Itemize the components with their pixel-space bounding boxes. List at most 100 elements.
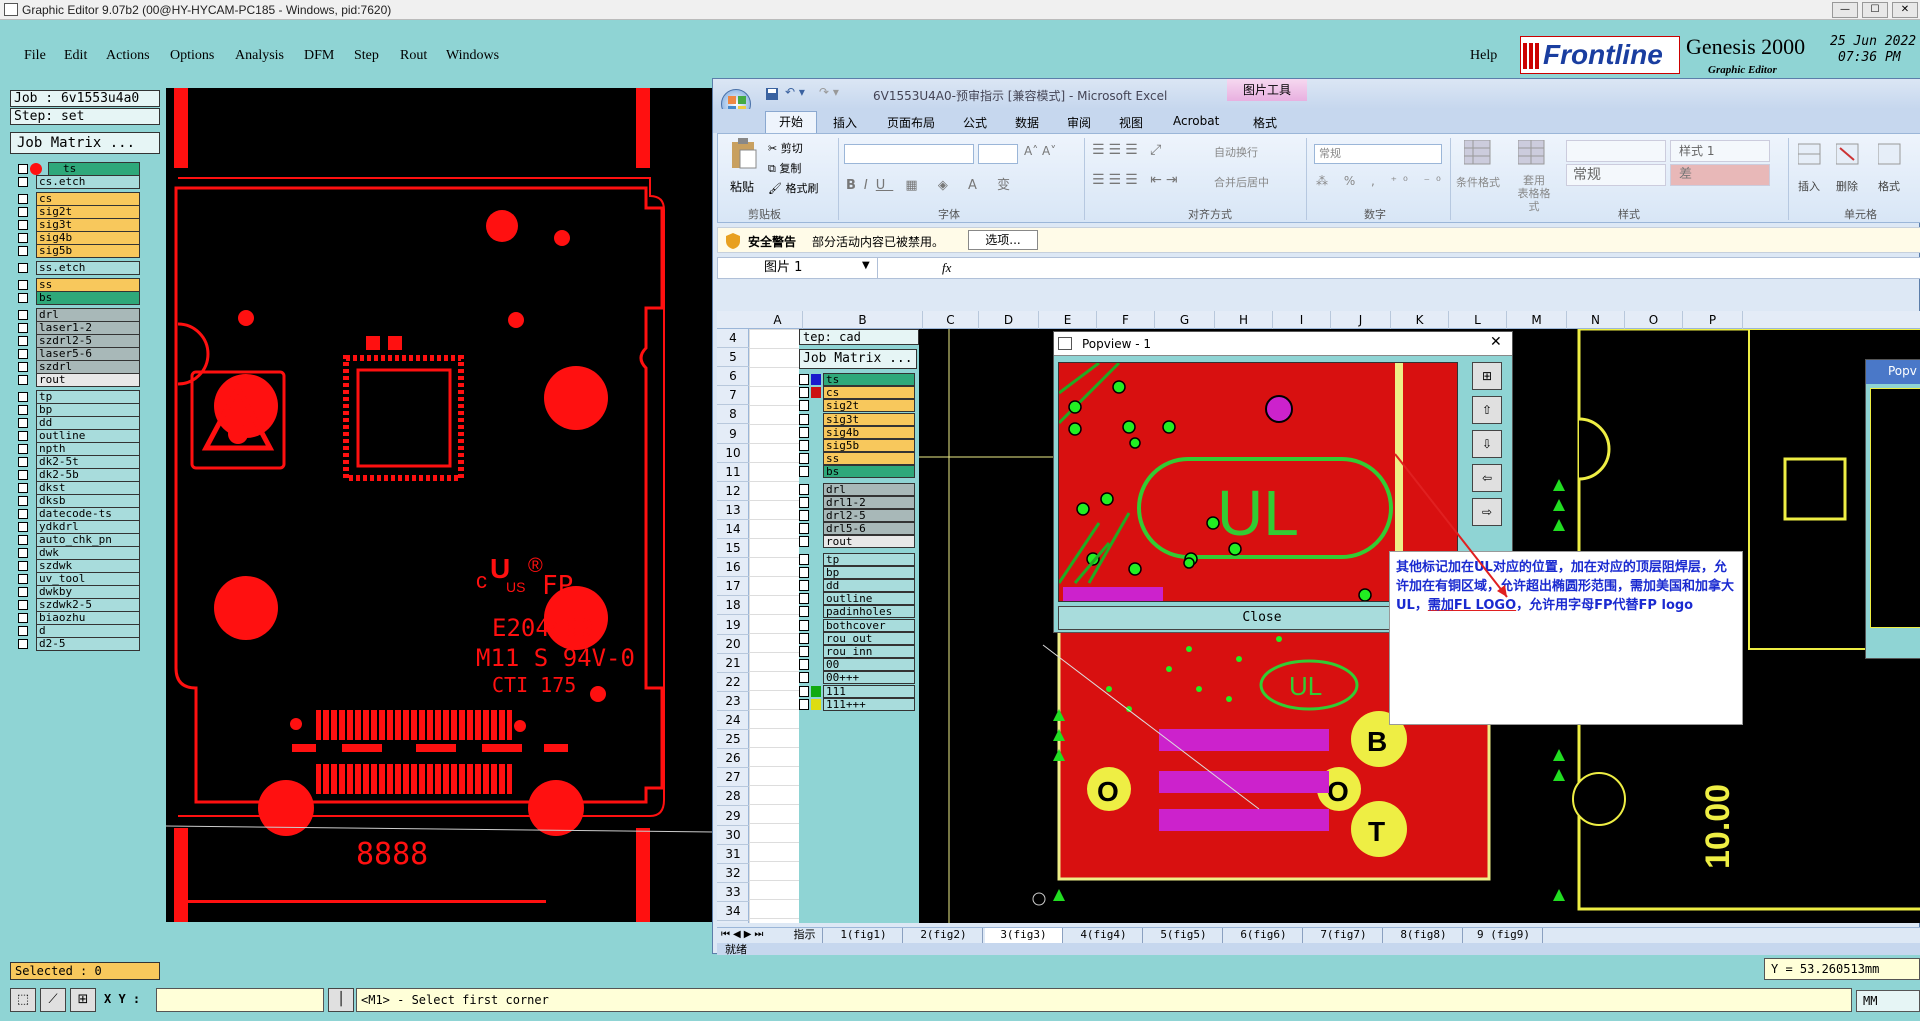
- layer-row[interactable]: szdrl: [14, 360, 140, 374]
- embedded-layer-checkbox[interactable]: [799, 580, 809, 591]
- popview-zoom-icon[interactable]: ⊞: [1472, 362, 1502, 390]
- popview-pan-right-icon[interactable]: ⇨: [1472, 498, 1502, 526]
- sheet-tab[interactable]: 1(fig1): [825, 928, 903, 943]
- layer-row[interactable]: laser1-2: [14, 321, 140, 335]
- layer-name[interactable]: cs.etch: [36, 175, 140, 189]
- row-header[interactable]: 12: [717, 482, 749, 501]
- layer-row[interactable]: dwkby: [14, 585, 140, 599]
- layer-name[interactable]: outline: [36, 429, 140, 443]
- menu-options[interactable]: Options: [170, 48, 214, 64]
- column-header[interactable]: F: [1097, 311, 1155, 329]
- layer-checkbox[interactable]: [18, 639, 28, 649]
- layer-checkbox[interactable]: [18, 535, 28, 545]
- layer-name[interactable]: drl: [36, 308, 140, 322]
- menu-edit[interactable]: Edit: [64, 48, 87, 64]
- column-header[interactable]: M: [1507, 311, 1567, 329]
- embedded-layer-checkbox[interactable]: [799, 523, 809, 535]
- embedded-layer-name[interactable]: rou_inn: [823, 645, 915, 658]
- layer-checkbox[interactable]: [18, 194, 28, 204]
- row-header[interactable]: 19: [717, 616, 749, 635]
- column-header[interactable]: N: [1567, 311, 1625, 329]
- layer-checkbox[interactable]: [18, 483, 28, 493]
- layer-name[interactable]: szdrl2-5: [36, 334, 140, 348]
- sheet-grid[interactable]: [749, 329, 799, 923]
- layer-row[interactable]: sig3t: [14, 218, 140, 232]
- embedded-layer-checkbox[interactable]: [799, 632, 809, 644]
- format-cells-icon[interactable]: [1878, 140, 1904, 166]
- layer-row[interactable]: dk2-5t: [14, 455, 140, 469]
- layer-name[interactable]: datecode-ts: [36, 507, 140, 521]
- embedded-layer-checkbox[interactable]: [799, 496, 809, 508]
- embedded-layer-name[interactable]: 00+++: [823, 671, 915, 685]
- embedded-layer-name[interactable]: drl5-6: [823, 522, 915, 536]
- embedded-layer-checkbox[interactable]: [799, 566, 809, 578]
- embedded-layer-name[interactable]: rou_out: [823, 631, 915, 645]
- redo-icon[interactable]: ↷ ▾: [819, 85, 839, 99]
- layer-checkbox[interactable]: [18, 626, 28, 636]
- column-header[interactable]: K: [1391, 311, 1449, 329]
- row-header[interactable]: 17: [717, 577, 749, 597]
- layer-checkbox[interactable]: [18, 405, 28, 415]
- row-header[interactable]: 33: [717, 883, 749, 902]
- name-box[interactable]: 图片 1: [718, 258, 878, 278]
- layer-row[interactable]: dd: [14, 416, 140, 430]
- layer-name[interactable]: laser5-6: [36, 347, 140, 361]
- layer-name[interactable]: dwkby: [36, 585, 140, 599]
- align-top-buttons[interactable]: ☰☰☰ ⤢: [1092, 142, 1165, 158]
- layer-row[interactable]: dwk: [14, 546, 140, 560]
- embedded-layer-name[interactable]: bothcover: [823, 618, 915, 632]
- layer-checkbox[interactable]: [18, 375, 28, 385]
- layer-checkbox[interactable]: [18, 522, 28, 532]
- layer-name[interactable]: dk2-5b: [36, 468, 140, 482]
- layer-row[interactable]: auto_chk_pn: [14, 533, 140, 547]
- row-header[interactable]: 6: [717, 367, 749, 387]
- layer-checkbox[interactable]: [18, 207, 28, 217]
- copy-button[interactable]: ⧉ 复制: [768, 160, 801, 176]
- layer-name[interactable]: ydkdrl: [36, 520, 140, 534]
- tab-acrobat[interactable]: Acrobat: [1173, 114, 1219, 128]
- embedded-layer-name[interactable]: sig4b: [823, 425, 915, 439]
- layer-row[interactable]: datecode-ts: [14, 507, 140, 521]
- row-header[interactable]: 21: [717, 654, 749, 673]
- row-header[interactable]: 34: [717, 902, 749, 921]
- security-options-button[interactable]: 选项...: [968, 230, 1038, 250]
- grow-font-icon[interactable]: A˄ A˅: [1024, 144, 1056, 158]
- layer-name[interactable]: uv_tool: [36, 572, 140, 586]
- layer-checkbox[interactable]: [18, 246, 28, 256]
- row-header[interactable]: 20: [717, 635, 749, 654]
- embedded-layer-name[interactable]: 111+++: [823, 697, 915, 711]
- embedded-layer-name[interactable]: sig3t: [823, 412, 915, 426]
- layer-checkbox[interactable]: [18, 336, 28, 346]
- embedded-layer-checkbox[interactable]: [799, 426, 809, 438]
- menu-help[interactable]: Help: [1470, 48, 1497, 64]
- column-header[interactable]: I: [1273, 311, 1331, 329]
- layer-row[interactable]: rout: [14, 373, 140, 387]
- layer-row[interactable]: dk2-5b: [14, 468, 140, 482]
- menu-dfm[interactable]: DFM: [304, 48, 334, 64]
- layer-checkbox[interactable]: [18, 470, 28, 480]
- embedded-layer-checkbox[interactable]: [799, 413, 809, 425]
- column-header[interactable]: C: [923, 311, 979, 329]
- embedded-layer-checkbox[interactable]: [799, 466, 809, 478]
- column-header[interactable]: B: [803, 311, 923, 329]
- menu-windows[interactable]: Windows: [446, 48, 499, 64]
- layer-row[interactable]: npth: [14, 442, 140, 456]
- row-header[interactable]: 31: [717, 845, 749, 864]
- layer-row[interactable]: szdrl2-5: [14, 334, 140, 348]
- cursor-mode-icon[interactable]: │: [328, 988, 354, 1012]
- embedded-layer-name[interactable]: 111: [823, 684, 915, 698]
- maximize-button[interactable]: ☐: [1862, 2, 1888, 18]
- undo-icon[interactable]: ↶ ▾: [785, 85, 805, 99]
- layer-name[interactable]: dwk: [36, 546, 140, 560]
- embedded-layer-checkbox[interactable]: [799, 483, 809, 495]
- row-header[interactable]: 32: [717, 864, 749, 883]
- merge-center-button[interactable]: 合并后居中: [1214, 174, 1269, 190]
- embedded-layer-name[interactable]: bp: [823, 565, 915, 579]
- insert-cells-button[interactable]: 插入: [1798, 178, 1820, 194]
- tab-review[interactable]: 审阅: [1067, 114, 1091, 131]
- layer-name[interactable]: sig4b: [36, 231, 140, 245]
- sheet-tab[interactable]: 2(fig2): [905, 928, 983, 943]
- layer-row[interactable]: uv_tool: [14, 572, 140, 586]
- layer-name[interactable]: biaozhu: [36, 611, 140, 625]
- sheet-tab[interactable]: 6(fig6): [1225, 928, 1303, 943]
